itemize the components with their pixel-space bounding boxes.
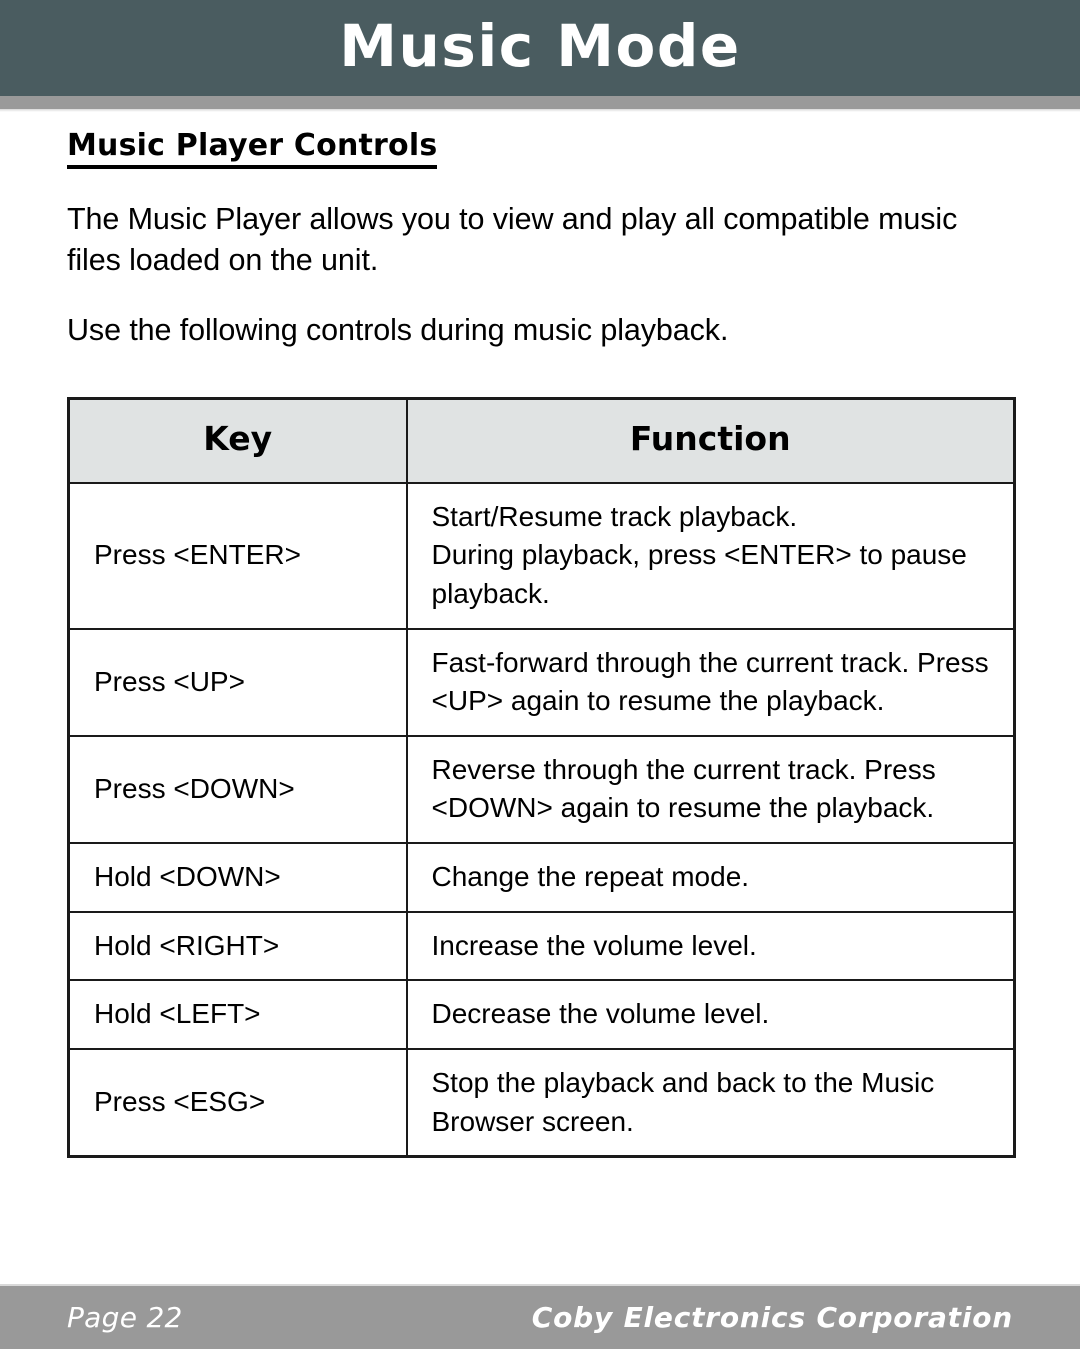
key-cell: Press <ENTER> [67, 481, 408, 630]
instruction-paragraph: Use the following controls during music … [67, 313, 729, 348]
key-cell: Press <ESG> [67, 1047, 408, 1158]
key-cell: Hold <RIGHT> [67, 910, 408, 982]
table-row: Hold <DOWN> Change the repeat mode. [67, 842, 1016, 913]
key-cell: Press <UP> [67, 627, 408, 737]
function-line: playback. [431, 577, 550, 609]
music-player-controls-table: Key Function Press <ENTER> Start/Resume … [67, 396, 1016, 1159]
key-cell: Press <DOWN> [67, 734, 408, 845]
page-content: Music Player Controls The Music Player a… [0, 112, 1080, 1159]
table-row: Press <ENTER> Start/Resume track playbac… [67, 481, 1016, 630]
table-row: Press <DOWN> Reverse through the current… [67, 734, 1016, 845]
function-line: Reverse through the current track. Press [431, 753, 936, 785]
table-row: Hold <RIGHT> Increase the volume level. [67, 910, 1016, 982]
key-cell: Hold <DOWN> [67, 842, 408, 913]
function-line: Start/Resume track playback. [431, 500, 798, 532]
function-cell: Increase the volume level. [405, 910, 1016, 982]
header-divider-bar [0, 96, 1080, 109]
page-title: Music Mode [339, 12, 741, 80]
table-header: Key Function [67, 397, 1016, 484]
function-cell: Change the repeat mode. [405, 842, 1016, 913]
function-line: Decrease the volume level. [431, 998, 770, 1030]
table-body: Press <ENTER> Start/Resume track playbac… [67, 481, 1016, 1158]
function-line: Fast-forward through the current track. … [431, 646, 989, 678]
key-cell: Hold <LEFT> [67, 979, 408, 1050]
table-row: Press <UP> Fast-forward through the curr… [67, 627, 1016, 737]
function-cell: Stop the playback and back to the Music … [405, 1047, 1016, 1158]
function-line: Change the repeat mode. [431, 861, 750, 893]
footer-page-number: Page 22 [67, 1301, 183, 1334]
function-line: Increase the volume level. [431, 929, 757, 961]
function-cell: Fast-forward through the current track. … [405, 627, 1016, 737]
page-header-band: Music Mode [0, 0, 1080, 96]
function-line: <DOWN> again to resume the playback. [431, 792, 935, 824]
page-footer-band: Page 22 Coby Electronics Corporation [0, 1284, 1080, 1349]
table-row: Press <ESG> Stop the playback and back t… [67, 1047, 1016, 1158]
function-cell: Start/Resume track playback. During play… [405, 481, 1016, 630]
column-header-key: Key [67, 397, 408, 484]
function-cell: Decrease the volume level. [405, 979, 1016, 1050]
function-line: During playback, press <ENTER> to pause [431, 539, 967, 571]
table-row: Hold <LEFT> Decrease the volume level. [67, 979, 1016, 1050]
function-cell: Reverse through the current track. Press… [405, 734, 1016, 845]
column-header-function: Function [405, 397, 1016, 484]
intro-paragraph: The Music Player allows you to view and … [67, 202, 958, 277]
section-heading: Music Player Controls [67, 128, 438, 169]
function-line: Browser screen. [431, 1105, 634, 1137]
footer-company-name: Coby Electronics Corporation [531, 1301, 1013, 1334]
function-line: <UP> again to resume the playback. [431, 685, 885, 717]
function-line: Stop the playback and back to the Music [431, 1066, 935, 1098]
table-header-row: Key Function [67, 397, 1016, 484]
